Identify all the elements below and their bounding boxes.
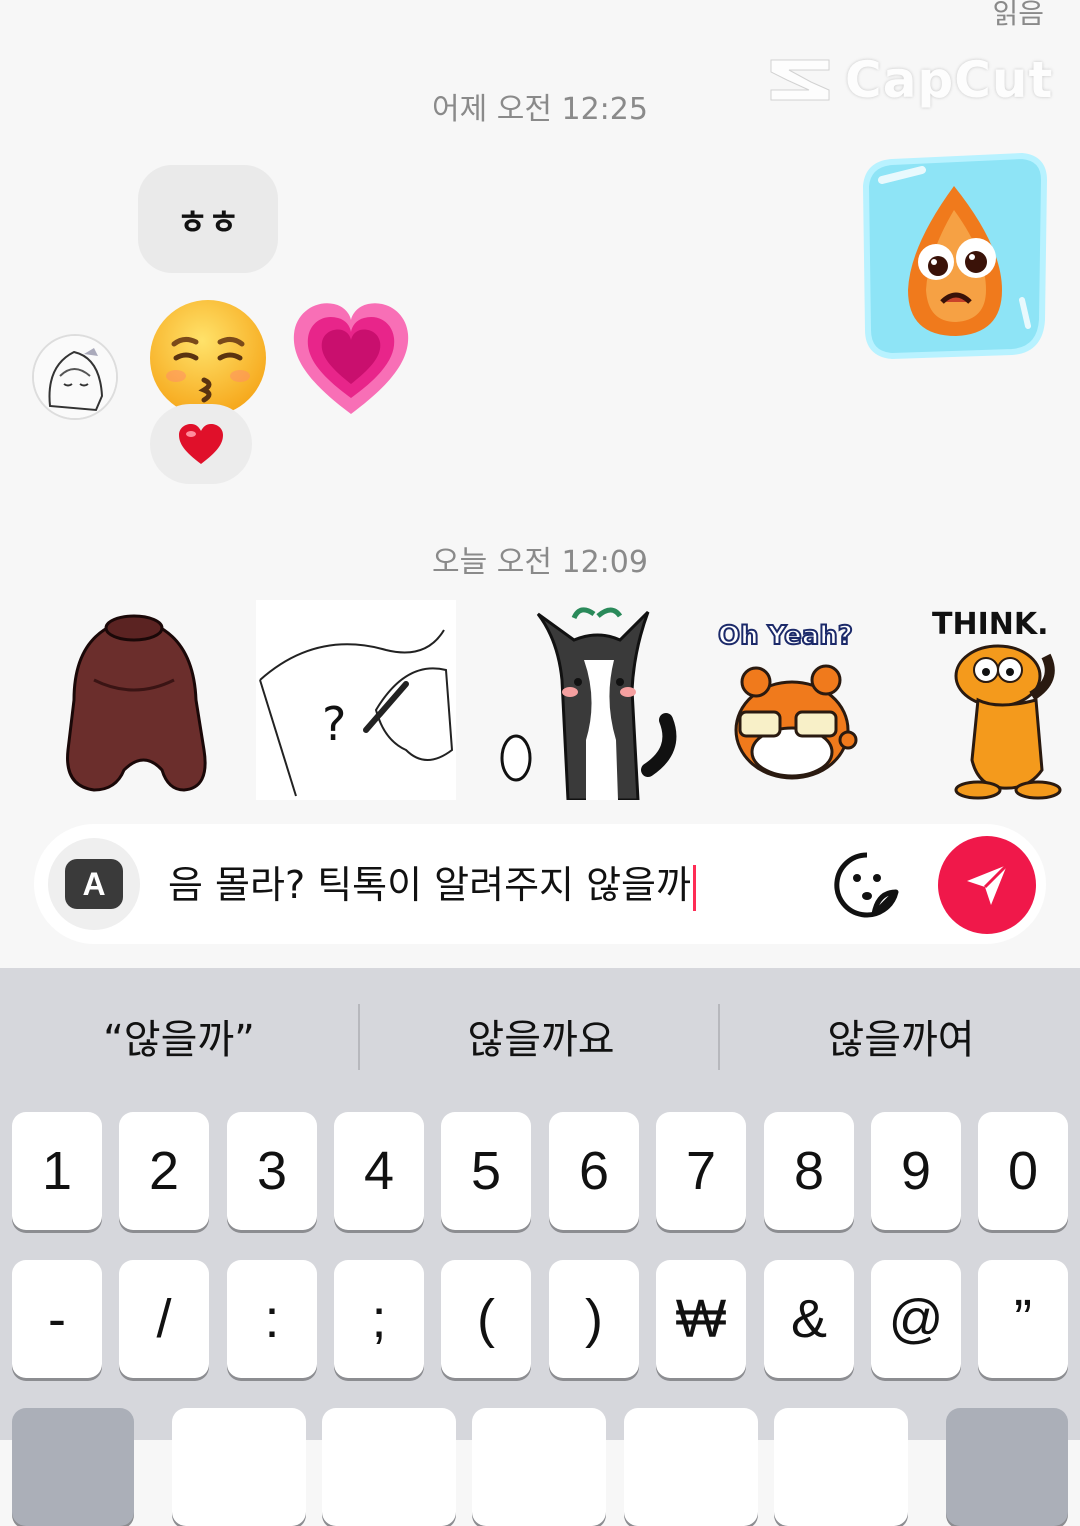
sticker-emoji-icon[interactable] (832, 850, 902, 920)
key-open-paren[interactable]: ( (441, 1260, 531, 1378)
key-1[interactable]: 1 (12, 1112, 102, 1230)
text-caret (692, 864, 696, 911)
key-9[interactable]: 9 (871, 1112, 961, 1230)
suggestion-divider (358, 1004, 360, 1070)
pink-heart-emoji[interactable] (288, 294, 414, 420)
message-composer: A 음 몰라? 틱톡이 알려주지 않을까 (34, 824, 1046, 944)
avatar[interactable] (32, 334, 118, 420)
suggestion-1[interactable]: “않을까” (0, 968, 358, 1104)
key-row3-c[interactable] (472, 1408, 606, 1526)
suggestion-2[interactable]: 않을까요 (362, 968, 720, 1104)
timestamp-today: 오늘 오전 12:09 (432, 545, 648, 580)
chat-area: 읽음 CapCut 어제 오전 12:25 ㅎㅎ 오늘 오전 12:09 ? O… (0, 0, 1080, 968)
suggestion-divider (718, 1004, 720, 1070)
key-semicolon[interactable]: ; (334, 1260, 424, 1378)
key-row3-a[interactable] (172, 1408, 306, 1526)
ice-drop-sticker[interactable] (862, 150, 1048, 360)
key-7[interactable]: 7 (656, 1112, 746, 1230)
keyboard-mode-button[interactable]: A (48, 838, 140, 930)
red-heart-icon (179, 424, 223, 464)
message-bubble[interactable]: ㅎㅎ (138, 165, 278, 273)
oh-yeah-hamster-sticker[interactable]: Oh Yeah? (712, 600, 912, 800)
key-slash[interactable]: / (119, 1260, 209, 1378)
cat-sticker[interactable] (498, 600, 698, 800)
key-ampersand[interactable]: & (764, 1260, 854, 1378)
key-8[interactable]: 8 (764, 1112, 854, 1230)
hand-question-sticker[interactable]: ? (256, 600, 456, 800)
key-quote[interactable]: ” (978, 1260, 1068, 1378)
oh-yeah-caption: Oh Yeah? (718, 621, 853, 651)
key-6[interactable]: 6 (549, 1112, 639, 1230)
think-caption: THINK. (932, 607, 1048, 642)
key-row3-b[interactable] (322, 1408, 456, 1526)
bear-sticker[interactable] (34, 600, 234, 800)
key-close-paren[interactable]: ) (549, 1260, 639, 1378)
message-input-value: 음 몰라? 틱톡이 알려주지 않을까 (168, 863, 691, 907)
read-status: 읽음 (992, 0, 1044, 30)
predictive-bar: “않을까” 않을까요 않을까여 (0, 968, 1080, 1104)
send-button[interactable] (938, 836, 1036, 934)
key-row3-e[interactable] (774, 1408, 908, 1526)
key-2[interactable]: 2 (119, 1112, 209, 1230)
key-hyphen[interactable]: - (12, 1260, 102, 1378)
garfield-think-sticker[interactable]: THINK. (928, 600, 1080, 800)
kissing-face-emoji[interactable] (146, 296, 270, 420)
send-arrow-icon (967, 863, 1009, 905)
svg-text:?: ? (322, 697, 346, 751)
backspace-key[interactable] (946, 1408, 1068, 1526)
key-4[interactable]: 4 (334, 1112, 424, 1230)
key-0[interactable]: 0 (978, 1112, 1068, 1230)
key-won[interactable]: ₩ (656, 1260, 746, 1378)
key-3[interactable]: 3 (227, 1112, 317, 1230)
key-symbols-toggle[interactable] (12, 1408, 134, 1526)
anime-avatar-icon (34, 336, 116, 418)
key-5[interactable]: 5 (441, 1112, 531, 1230)
key-row3-d[interactable] (624, 1408, 758, 1526)
timestamp-yesterday: 어제 오전 12:25 (432, 92, 648, 127)
key-at[interactable]: @ (871, 1260, 961, 1378)
keyboard-mode-label: A (65, 859, 123, 909)
message-input[interactable]: 음 몰라? 틱톡이 알려주지 않을까 (168, 854, 696, 911)
sticker-suggestion-bar: ? Oh Yeah? THINK. (0, 600, 1080, 800)
keyboard: “않을까” 않을까요 않을까여 1 2 3 4 5 6 7 8 9 0 - / … (0, 968, 1080, 1526)
suggestion-3[interactable]: 않을까여 (722, 968, 1080, 1104)
key-colon[interactable]: : (227, 1260, 317, 1378)
reaction-badge[interactable] (150, 404, 252, 484)
